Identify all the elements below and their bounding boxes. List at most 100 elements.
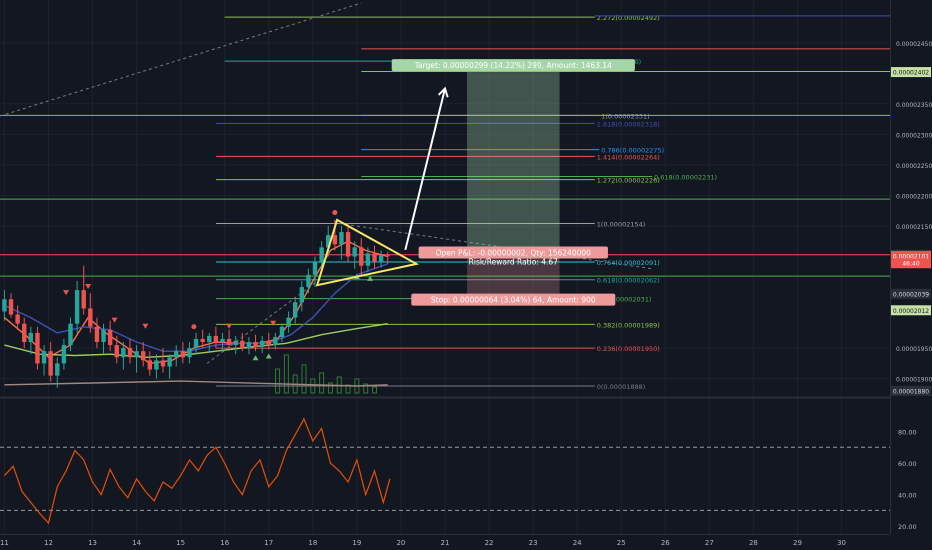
candle-body	[61, 345, 67, 364]
candle-body	[8, 299, 14, 315]
price-tick-label: 0.00002450	[896, 41, 932, 48]
time-tick-label: 12	[44, 539, 53, 547]
candle-body	[127, 348, 133, 358]
candle-body	[286, 317, 291, 327]
rsi-band	[0, 447, 890, 510]
candle-body	[345, 232, 351, 257]
fib-level-label: 0(0.00001888)	[597, 383, 646, 391]
candle-body	[74, 290, 80, 324]
time-tick-label: 14	[132, 539, 141, 547]
candle-body	[253, 342, 258, 347]
candle-body	[121, 348, 126, 358]
candle-body	[273, 337, 278, 346]
price-tag-label: 0.00002012	[893, 308, 929, 315]
fib-level-label: 1.618(0.00002318)	[597, 120, 660, 128]
time-tick-label: 13	[88, 539, 97, 547]
target-label: Target: 0.00000299 (14.22%) 299, Amount:…	[414, 61, 612, 70]
time-tick-label: 24	[573, 539, 582, 547]
candle-body	[352, 247, 357, 257]
candle-body	[193, 338, 199, 349]
target-zone[interactable]	[467, 72, 560, 257]
candle-body	[365, 253, 371, 266]
candle-body	[101, 329, 106, 343]
candle-body	[378, 255, 384, 262]
risk-reward-label: Risk/Reward Ratio: 4.67	[469, 258, 558, 267]
time-tick-label: 21	[441, 539, 450, 547]
candle-body	[312, 262, 318, 275]
candle-body	[94, 326, 100, 343]
signal-dot	[332, 210, 338, 216]
candle-body	[174, 351, 179, 358]
candle-body	[319, 247, 324, 263]
entry-label: Open P&L: -0.00000002, Qty: 156240000	[436, 249, 592, 258]
price-tag-label: 0.00002039	[893, 291, 929, 298]
candle-body	[81, 290, 86, 309]
candle-body	[187, 348, 192, 358]
price-tick-label: 0.00002350	[896, 102, 932, 109]
time-tick-label: 23	[529, 539, 538, 547]
fib-level-label: 0.764(0.00002091)	[597, 259, 660, 267]
time-tick-label: 17	[264, 539, 273, 547]
price-tick-label: 0.00002300	[896, 132, 932, 139]
candle-body	[220, 338, 225, 343]
price-tick-label: 0.00002250	[896, 163, 932, 170]
price-tick-label: 0.00001900	[896, 377, 932, 384]
candle-body	[213, 335, 219, 343]
candle-body	[114, 345, 119, 358]
price-tick-label: 0.00002150	[896, 224, 932, 231]
candle-body	[88, 308, 93, 327]
candle-body	[15, 314, 20, 324]
time-tick-label: 22	[485, 539, 494, 547]
candle-body	[48, 351, 53, 376]
fib-level-label: 0.382(0.00001989)	[597, 321, 660, 329]
candle-body	[207, 335, 212, 343]
candle-body	[55, 363, 60, 376]
candle-body	[140, 351, 146, 361]
time-tick-label: 15	[176, 539, 185, 547]
candle-body	[167, 357, 172, 367]
price-tag-label: 0.00001880	[893, 388, 929, 395]
time-tick-label: 16	[220, 539, 229, 547]
candle-body	[246, 342, 252, 349]
time-tick-label: 27	[705, 539, 714, 547]
fib-level-label: 1.414(0.00002264)	[597, 153, 660, 161]
signal-dot	[191, 324, 197, 330]
candle-body	[107, 329, 113, 346]
fib-level-label: 0.618(0.00002231)	[654, 174, 717, 182]
candle-body	[200, 338, 205, 343]
time-tick-label: 25	[617, 539, 626, 547]
stop-label: Stop: 0.00000064 (3.04%) 64, Amount: 900	[431, 296, 596, 305]
fib-level-label: 1(0.00002154)	[597, 221, 646, 229]
candle-body	[35, 332, 40, 364]
price-tick-label: 0.00002200	[896, 193, 932, 200]
candle-body	[226, 338, 232, 346]
candle-body	[306, 274, 311, 288]
candle-body	[160, 360, 166, 367]
time-tick-label: 18	[308, 539, 317, 547]
candle-body	[372, 253, 377, 262]
candle-body	[134, 351, 139, 358]
time-tick-label: 19	[352, 539, 361, 547]
time-tick-label: 28	[749, 539, 758, 547]
candle-body	[332, 235, 338, 245]
candle-body	[292, 302, 298, 318]
candle-body	[68, 323, 73, 346]
time-tick-label: 26	[661, 539, 670, 547]
candle-body	[339, 232, 344, 245]
candle-body	[147, 360, 153, 370]
price-chart[interactable]: 2.272(0.00002492)1.618(0.00002494)1.414(…	[0, 0, 932, 550]
time-tick-label: 29	[793, 539, 802, 547]
candle-body	[240, 340, 245, 349]
fib-level-label: 0.236(0.00001950)	[597, 345, 660, 353]
time-tick-label: 20	[396, 539, 405, 547]
time-tick-label: 30	[837, 539, 846, 547]
candle-body	[359, 247, 364, 266]
rsi-tick-label: 20.00	[898, 523, 917, 531]
price-tag-label: 46:40	[902, 261, 919, 268]
candle-body	[22, 323, 27, 343]
candle-body	[154, 360, 159, 370]
candle-body	[385, 255, 390, 257]
fib-level-label: 2.272(0.00002492)	[597, 14, 660, 22]
time-tick-label: 11	[0, 539, 9, 547]
candle-body	[180, 351, 186, 358]
